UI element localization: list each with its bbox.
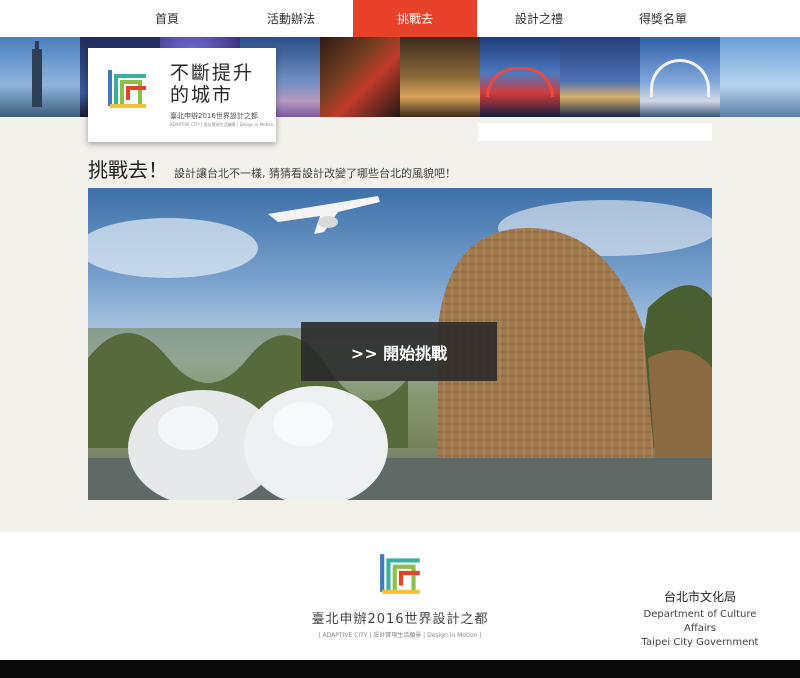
dept-info[interactable]: 台北市文化局 Department of Culture Affairs Tai… bbox=[630, 590, 770, 650]
section-heading: 挑戰去！ 設計讓台北不一樣, 猜猜看設計改變了哪些台北的風貌吧！ bbox=[88, 154, 456, 183]
nav-event-rules[interactable]: 活動辦法 bbox=[229, 0, 353, 37]
hero-image: >> 開始挑戰 bbox=[88, 188, 712, 500]
dept-line2: Taipei City Government bbox=[641, 637, 759, 648]
banner-photo-taipei101 bbox=[0, 37, 80, 117]
banner-white-bar bbox=[478, 123, 712, 141]
banner-photo-bridge bbox=[640, 37, 720, 117]
banner-photo bbox=[320, 37, 400, 117]
footer-subtitle: | ADAPTIVE CITY | 設計實現生活願景 | Design in M… bbox=[318, 632, 482, 639]
footer-logo-icon bbox=[380, 554, 420, 594]
nav-home[interactable]: 首頁 bbox=[105, 0, 229, 37]
bottom-bar bbox=[0, 660, 800, 678]
logo-card[interactable]: 不斷提升 的城市 臺北申辦2016世界設計之都 ADAPTIVE CITY | … bbox=[88, 48, 276, 142]
nav-challenge[interactable]: 挑戰去 bbox=[353, 0, 477, 37]
logo-tagline: ADAPTIVE CITY | 設計實現生活願景 | Design in Mot… bbox=[170, 122, 274, 127]
dept-calligraphy: 台北市文化局 bbox=[663, 590, 736, 604]
logo-mark-icon bbox=[108, 70, 146, 108]
logo-title: 不斷提升 的城市 bbox=[170, 62, 255, 106]
footer-title: 臺北申辦2016世界設計之都 bbox=[311, 612, 489, 627]
airplane-icon bbox=[268, 196, 380, 234]
page-title: 挑戰去！ bbox=[88, 158, 168, 182]
banner-photo bbox=[720, 37, 800, 117]
nav-items: 首頁 活動辦法 挑戰去 設計之禮 得獎名單 bbox=[105, 0, 725, 37]
banner-photo bbox=[560, 37, 640, 117]
logo-subtitle: 臺北申辦2016世界設計之都 bbox=[170, 112, 258, 120]
nav-design-gift[interactable]: 設計之禮 bbox=[477, 0, 601, 37]
start-challenge-button[interactable]: >> 開始挑戰 bbox=[301, 322, 497, 381]
top-nav: 首頁 活動辦法 挑戰去 設計之禮 得獎名單 bbox=[0, 0, 800, 37]
banner-photo bbox=[400, 37, 480, 117]
banner-photo-bridge bbox=[480, 37, 560, 117]
footer: 臺北申辦2016世界設計之都 | ADAPTIVE CITY | 設計實現生活願… bbox=[0, 532, 800, 660]
page-description: 設計讓台北不一樣, 猜猜看設計改變了哪些台北的風貌吧！ bbox=[174, 167, 456, 180]
nav-winners[interactable]: 得獎名單 bbox=[601, 0, 725, 37]
dept-line1: Department of Culture Affairs bbox=[643, 609, 757, 634]
